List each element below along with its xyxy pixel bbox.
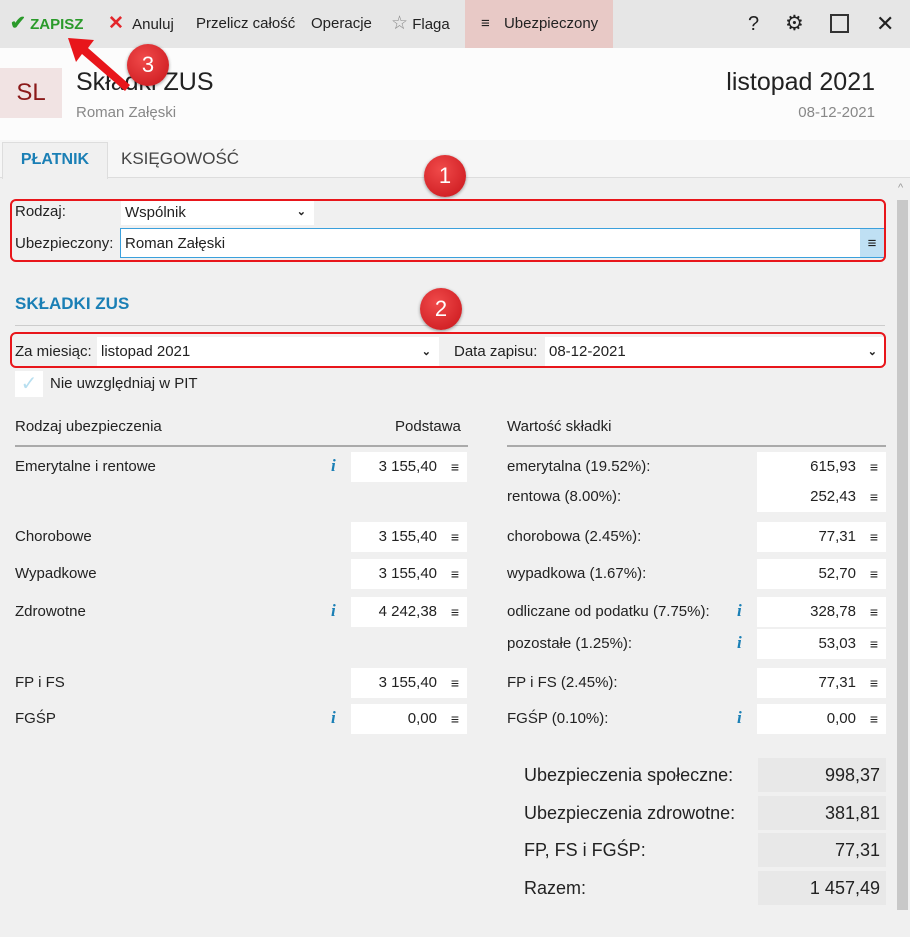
contribution-label: wypadkowa (1.67%): <box>507 565 647 582</box>
base-input[interactable]: 3 155,40 ≡ <box>351 452 467 482</box>
base-input[interactable]: 3 155,40 ≡ <box>351 559 467 589</box>
menu-icon[interactable]: ≡ <box>870 559 878 589</box>
recalc-button[interactable]: Przelicz całość <box>196 0 295 48</box>
menu-icon[interactable]: ≡ <box>451 522 459 552</box>
scroll-up-icon[interactable]: ^ <box>898 182 903 194</box>
summary-label: Ubezpieczenia społeczne: <box>524 765 734 785</box>
gear-icon[interactable]: ⚙ <box>785 0 804 48</box>
summary-label: Razem: <box>524 878 587 898</box>
maximize-icon[interactable] <box>830 14 849 33</box>
annotation-badge-1: 1 <box>424 155 466 197</box>
section-title: SKŁADKI ZUS <box>15 294 130 313</box>
divider <box>15 445 468 447</box>
contribution-value[interactable]: 328,78 ≡ <box>757 597 886 627</box>
annotation-arrow <box>68 38 130 91</box>
info-icon[interactable]: i <box>737 601 742 621</box>
contribution-label: odliczane od podatku (7.75%): <box>507 603 710 620</box>
summary-value: 77,31 <box>758 833 886 867</box>
summary-label: Ubezpieczenia zdrowotne: <box>524 803 736 823</box>
row-name: Chorobowe <box>15 528 92 545</box>
header-date: 08-12-2021 <box>798 104 875 121</box>
divider <box>507 445 886 447</box>
insured-button[interactable]: ≡ Ubezpieczony <box>465 0 613 48</box>
info-icon[interactable]: i <box>331 708 336 728</box>
contribution-label: pozostałe (1.25%): <box>507 635 633 652</box>
pit-checkbox[interactable]: ✓ <box>15 371 43 397</box>
help-button[interactable]: ? <box>748 0 759 48</box>
summary-label: FP, FS i FGŚP: <box>524 840 646 860</box>
col-value: Wartość składki <box>507 418 612 435</box>
tab-platnik[interactable]: PŁATNIK <box>2 142 108 179</box>
base-input[interactable]: 3 155,40 ≡ <box>351 522 467 552</box>
scrollbar[interactable]: ^ <box>895 180 910 937</box>
contribution-value[interactable]: 77,31 ≡ <box>757 522 886 552</box>
info-icon[interactable]: i <box>737 708 742 728</box>
row-name: FGŚP <box>15 710 56 727</box>
menu-icon[interactable]: ≡ <box>870 482 878 512</box>
menu-icon[interactable]: ≡ <box>870 704 878 734</box>
contribution-label: chorobowa (2.45%): <box>507 528 642 545</box>
info-icon[interactable]: i <box>737 633 742 653</box>
contribution-value[interactable]: 53,03 ≡ <box>757 629 886 659</box>
summary-value: 1 457,49 <box>758 871 886 905</box>
summary-value: 381,81 <box>758 796 886 830</box>
summary-value: 998,37 <box>758 758 886 792</box>
info-icon[interactable]: i <box>331 601 336 621</box>
base-input[interactable]: 0,00 ≡ <box>351 704 467 734</box>
info-icon[interactable]: i <box>331 456 336 476</box>
annotation-badge-3: 3 <box>127 44 169 86</box>
base-input[interactable]: 3 155,40 ≡ <box>351 668 467 698</box>
menu-icon[interactable]: ≡ <box>451 704 459 734</box>
scrollbar-thumb[interactable] <box>897 200 908 910</box>
col-type: Rodzaj ubezpieczenia <box>15 418 162 435</box>
contribution-value[interactable]: 77,31 ≡ <box>757 668 886 698</box>
menu-icon[interactable]: ≡ <box>870 668 878 698</box>
contribution-label: rentowa (8.00%): <box>507 488 622 505</box>
menu-icon[interactable]: ≡ <box>870 629 878 659</box>
star-icon: ☆ <box>391 13 409 34</box>
pit-checkbox-label: Nie uwzględniaj w PIT <box>50 375 198 392</box>
menu-icon: ≡ <box>481 15 490 32</box>
col-base: Podstawa <box>395 418 461 435</box>
tab-ksiegowosc[interactable]: KSIĘGOWOŚĆ <box>121 142 239 176</box>
contribution-value[interactable]: 252,43 ≡ <box>757 482 886 512</box>
menu-icon[interactable]: ≡ <box>870 522 878 552</box>
annotation-box-2 <box>10 332 886 368</box>
period-title: listopad 2021 <box>726 68 875 96</box>
base-input[interactable]: 4 242,38 ≡ <box>351 597 467 627</box>
menu-icon[interactable]: ≡ <box>451 559 459 589</box>
row-name: Wypadkowe <box>15 565 97 582</box>
flag-button[interactable]: ☆ Flaga <box>391 0 450 48</box>
menu-icon[interactable]: ≡ <box>870 597 878 627</box>
contribution-value[interactable]: 52,70 ≡ <box>757 559 886 589</box>
contribution-label: FGŚP (0.10%): <box>507 710 609 727</box>
contribution-value[interactable]: 615,93 ≡ <box>757 452 886 482</box>
row-name: Emerytalne i rentowe <box>15 458 156 475</box>
row-name: Zdrowotne <box>15 603 86 620</box>
annotation-box-1 <box>10 199 886 262</box>
menu-icon[interactable]: ≡ <box>451 597 459 627</box>
menu-icon[interactable]: ≡ <box>451 668 459 698</box>
close-window-icon[interactable]: ✕ <box>876 0 894 48</box>
menu-icon[interactable]: ≡ <box>451 452 459 482</box>
operations-button[interactable]: Operacje <box>311 0 372 48</box>
contribution-label: emerytalna (19.52%): <box>507 458 651 475</box>
contribution-value[interactable]: 0,00 ≡ <box>757 704 886 734</box>
row-name: FP i FS <box>15 674 65 691</box>
contribution-label: FP i FS (2.45%): <box>507 674 618 691</box>
menu-icon[interactable]: ≡ <box>870 452 878 482</box>
annotation-badge-2: 2 <box>420 288 462 330</box>
